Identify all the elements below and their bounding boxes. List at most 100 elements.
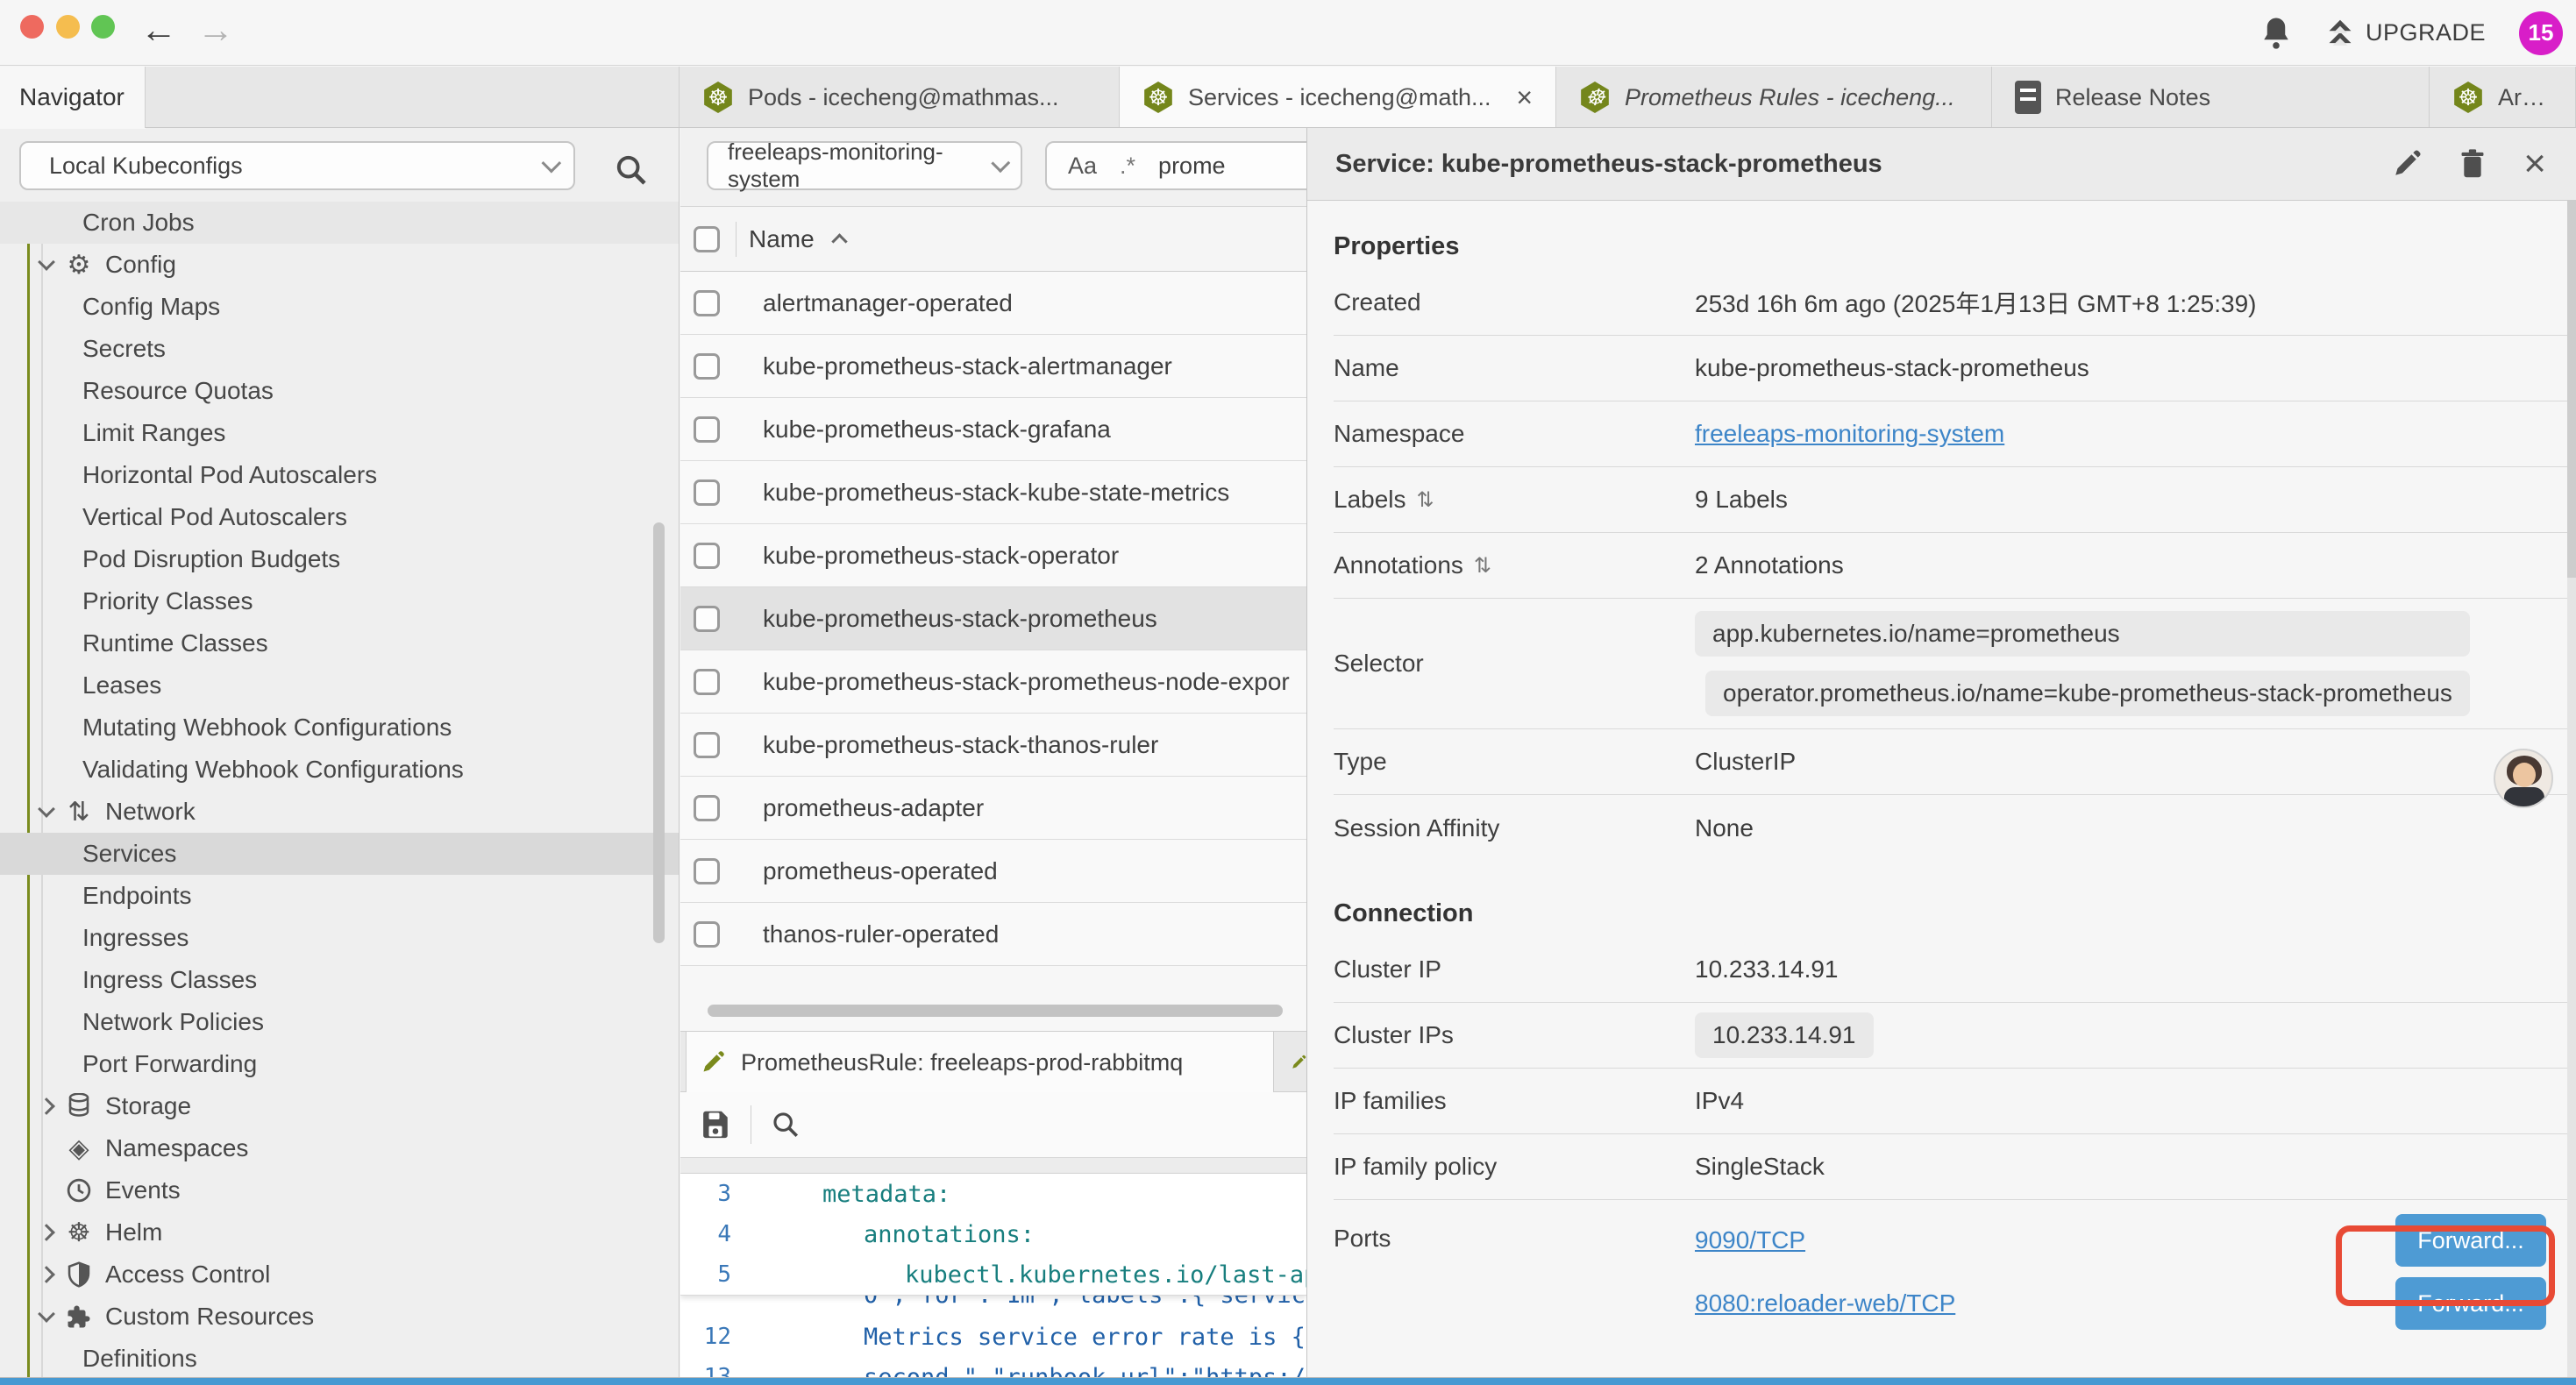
chevron-right-icon[interactable] (38, 1097, 55, 1115)
save-button[interactable] (700, 1109, 731, 1140)
port-link[interactable]: 9090/TCP (1695, 1226, 1805, 1254)
table-row[interactable]: kube-prometheus-stack-prometheus-node-ex… (680, 650, 1306, 714)
row-checkbox[interactable] (694, 606, 720, 632)
tab-navigator[interactable]: Navigator (0, 67, 146, 128)
table-row[interactable]: kube-prometheus-stack-kube-state-metrics (680, 461, 1306, 524)
table-row[interactable]: prometheus-adapter (680, 777, 1306, 840)
yaml-editor[interactable]: 3metadata: 4annotations: 5kubectl.kubern… (680, 1174, 1306, 1377)
sidebar-item-horizontal-pod-autoscalers[interactable]: Horizontal Pod Autoscalers (0, 454, 679, 496)
table-row[interactable]: kube-prometheus-stack-grafana (680, 398, 1306, 461)
sidebar-item-config[interactable]: ⚙ Config (0, 244, 679, 286)
row-checkbox[interactable] (694, 353, 720, 380)
back-button[interactable]: ← (140, 9, 177, 51)
editor-tab-partial[interactable] (1280, 1032, 1306, 1093)
sidebar-item-network-policies[interactable]: Network Policies (0, 1001, 679, 1043)
expand-sort-icon[interactable]: ⇅ (1474, 553, 1491, 579)
sidebar-item-namespaces[interactable]: ◈ Namespaces (0, 1127, 679, 1169)
cluster-ip-chip[interactable]: 10.233.14.91 (1695, 1012, 1874, 1058)
sidebar-item-leases[interactable]: Leases (0, 664, 679, 707)
editor-tab-prometheusrule[interactable]: PrometheusRule: freeleaps-prod-rabbitmq (686, 1032, 1274, 1093)
chevron-down-icon[interactable] (38, 1305, 55, 1323)
delete-button[interactable] (2459, 148, 2487, 180)
sidebar-item-services[interactable]: Services (0, 833, 679, 875)
namespace-dropdown[interactable]: freeleaps-monitoring-system (707, 141, 1022, 190)
table-row[interactable]: kube-prometheus-stack-operator (680, 524, 1306, 587)
sidebar-item-ingresses[interactable]: Ingresses (0, 917, 679, 959)
row-checkbox[interactable] (694, 479, 720, 506)
row-checkbox[interactable] (694, 732, 720, 758)
table-row[interactable]: prometheus-operated (680, 840, 1306, 903)
table-row[interactable]: alertmanager-operated (680, 272, 1306, 335)
sidebar-item-network[interactable]: ⇅ Network (0, 791, 679, 833)
chevron-down-icon[interactable] (38, 800, 55, 818)
sidebar-item-cron-jobs[interactable]: Cron Jobs (0, 202, 679, 244)
sidebar-item-config-maps[interactable]: Config Maps (0, 286, 679, 328)
maximize-window-button[interactable] (91, 15, 115, 39)
expand-sort-icon[interactable]: ⇅ (1417, 487, 1434, 513)
match-case-toggle[interactable]: Aa (1068, 153, 1097, 180)
chevron-right-icon[interactable] (38, 1266, 55, 1283)
row-checkbox[interactable] (694, 543, 720, 569)
kubeconfig-context-dropdown[interactable]: Local Kubeconfigs (19, 141, 575, 190)
row-checkbox[interactable] (694, 921, 720, 948)
sidebar-item-priority-classes[interactable]: Priority Classes (0, 580, 679, 622)
table-row[interactable]: kube-prometheus-stack-thanos-ruler (680, 714, 1306, 777)
sidebar-item-runtime-classes[interactable]: Runtime Classes (0, 622, 679, 664)
sidebar-item-custom-resources[interactable]: Custom Resources (0, 1296, 679, 1338)
url-link[interactable]: https://net (1206, 1364, 1306, 1378)
notification-badge[interactable]: 15 (2519, 11, 2563, 55)
detail-scrollbar-thumb[interactable] (2567, 201, 2576, 578)
close-icon[interactable]: × (2523, 145, 2546, 183)
tab-services[interactable]: ☸ Services - icecheng@math... × (1120, 67, 1556, 127)
bell-icon[interactable] (2260, 17, 2292, 50)
tab-pods[interactable]: ☸ Pods - icecheng@mathmas... (680, 67, 1120, 127)
sidebar-item-ingress-classes[interactable]: Ingress Classes (0, 959, 679, 1001)
regex-toggle[interactable]: .* (1120, 153, 1135, 180)
row-checkbox[interactable] (694, 290, 720, 316)
chevron-right-icon[interactable] (38, 1224, 55, 1241)
edit-button[interactable] (2392, 149, 2422, 179)
sidebar-item-mutating-webhook-configurations[interactable]: Mutating Webhook Configurations (0, 707, 679, 749)
search-icon[interactable] (614, 153, 649, 188)
sidebar-item-resource-quotas[interactable]: Resource Quotas (0, 370, 679, 412)
name-column-header[interactable]: Name (749, 225, 815, 253)
editor-search-button[interactable] (771, 1110, 801, 1140)
table-row[interactable]: kube-prometheus-stack-alertmanager (680, 335, 1306, 398)
table-row-selected[interactable]: kube-prometheus-stack-prometheus (680, 587, 1306, 650)
tab-argo[interactable]: ☸ Argo Se (2430, 67, 2576, 127)
sidebar-item-validating-webhook-configurations[interactable]: Validating Webhook Configurations (0, 749, 679, 791)
row-checkbox[interactable] (694, 795, 720, 821)
sidebar-item-definitions[interactable]: Definitions (0, 1338, 679, 1377)
table-row[interactable]: thanos-ruler-operated (680, 903, 1306, 966)
sidebar-item-port-forwarding[interactable]: Port Forwarding (0, 1043, 679, 1085)
sidebar-item-vertical-pod-autoscalers[interactable]: Vertical Pod Autoscalers (0, 496, 679, 538)
search-input[interactable]: Aa .* prome (1045, 141, 1306, 190)
selector-chip[interactable]: operator.prometheus.io/name=kube-prometh… (1705, 671, 2470, 716)
sort-ascending-icon[interactable] (831, 233, 847, 249)
sidebar-item-helm[interactable]: ☸ Helm (0, 1211, 679, 1254)
upgrade-button[interactable]: UPGRADE (2325, 18, 2486, 49)
selector-chip[interactable]: app.kubernetes.io/name=prometheus (1695, 611, 2470, 657)
forward-button[interactable]: → (197, 9, 234, 51)
namespace-link[interactable]: freeleaps-monitoring-system (1695, 420, 2004, 448)
close-window-button[interactable] (20, 15, 44, 39)
sidebar-item-events[interactable]: Events (0, 1169, 679, 1211)
sidebar-item-secrets[interactable]: Secrets (0, 328, 679, 370)
sidebar-item-storage[interactable]: Storage (0, 1085, 679, 1127)
horizontal-scrollbar[interactable] (680, 1005, 1306, 1019)
sidebar-item-endpoints[interactable]: Endpoints (0, 875, 679, 917)
sidebar-item-limit-ranges[interactable]: Limit Ranges (0, 412, 679, 454)
avatar[interactable] (2494, 749, 2553, 808)
tab-release-notes[interactable]: Release Notes (1992, 67, 2430, 127)
port-link[interactable]: 8080:reloader-web/TCP (1695, 1289, 1955, 1318)
close-tab-icon[interactable]: × (1516, 82, 1533, 114)
row-checkbox[interactable] (694, 858, 720, 884)
tab-prometheus-rules[interactable]: ☸ Prometheus Rules - icecheng... (1556, 67, 1992, 127)
row-checkbox[interactable] (694, 669, 720, 695)
select-all-checkbox[interactable] (694, 226, 720, 252)
sidebar-item-pod-disruption-budgets[interactable]: Pod Disruption Budgets (0, 538, 679, 580)
sidebar-item-access-control[interactable]: Access Control (0, 1254, 679, 1296)
row-checkbox[interactable] (694, 416, 720, 443)
minimize-window-button[interactable] (56, 15, 80, 39)
sidebar-scrollbar[interactable] (653, 522, 665, 943)
